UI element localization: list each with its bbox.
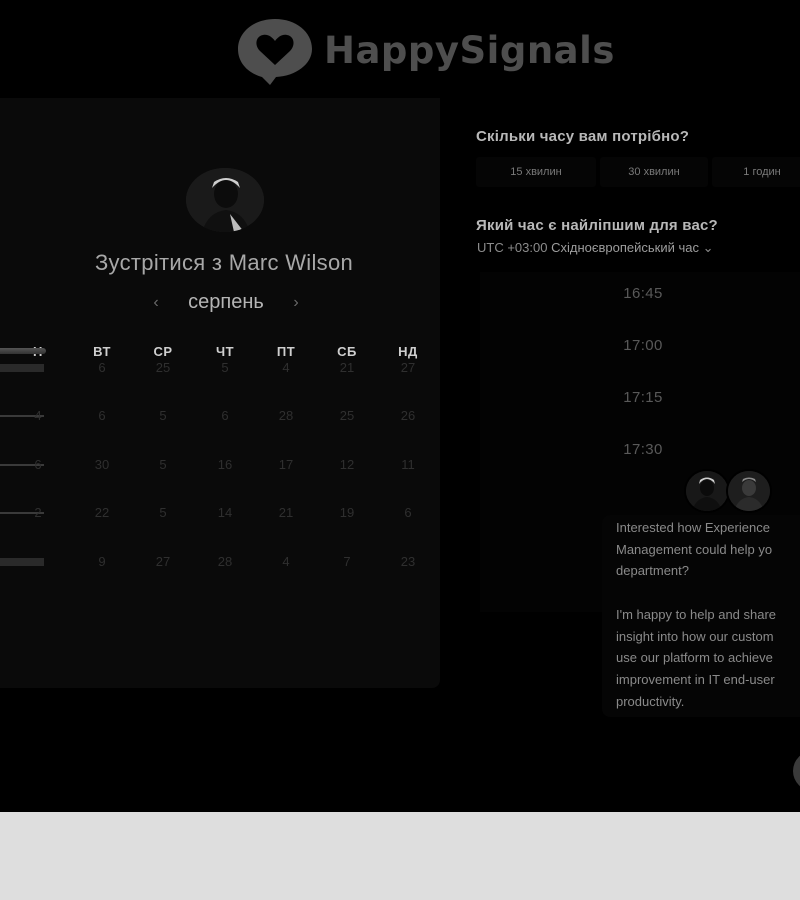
weekday-label: ВТ [93,344,111,359]
calendar-day[interactable]: 12 [327,457,367,472]
chevron-down-icon: ⌄ [702,240,714,255]
duration-option-30[interactable]: 30 хвилин [600,157,708,187]
heart-speech-bubble-icon [238,19,312,85]
calendar-day[interactable]: 30 [82,457,122,472]
person-photo-icon [186,168,264,232]
time-slot[interactable]: 17:15 [588,389,698,406]
calendar-day[interactable]: 4 [18,408,58,423]
calendar-day[interactable]: 4 [266,554,306,569]
calendar-day[interactable]: 27 [388,360,428,375]
calendar-grid: 6 25 5 4 21 27 4 6 5 6 28 25 26 6 30 5 16 17 12 11 2 22 5 14 21 1… [0,360,440,610]
timezone-name: Східноєвропейський час [551,240,699,255]
chat-agent-avatars[interactable] [684,469,776,513]
weekday-header: НВТСРЧТПТСБНД [0,344,440,360]
duration-options: 15 хвилин 30 хвилин 1 годин [476,157,800,187]
calendar-day[interactable]: 25 [327,408,367,423]
person-photo-icon [728,471,770,511]
weekday-label: НД [398,344,418,359]
calendar-day[interactable]: 5 [205,360,245,375]
calendar-panel: Зустрітися з Marc Wilson ‹ серпень › НВТ… [0,98,440,688]
brand-name: HappySignals [324,28,615,72]
week-indicator-bar [0,558,44,566]
weekday-label: ПТ [276,344,296,359]
calendar-day[interactable]: 21 [266,505,306,520]
calendar-day[interactable]: 6 [82,408,122,423]
person-photo-icon [686,471,728,511]
calendar-day[interactable]: 6 [388,505,428,520]
chat-message-bubble[interactable]: Interested how Experience Management cou… [602,515,800,717]
calendar-day[interactable]: 2 [18,505,58,520]
calendar-day[interactable]: 14 [205,505,245,520]
time-slot[interactable]: 17:00 [588,337,698,354]
calendar-day[interactable]: 22 [82,505,122,520]
calendar-day[interactable]: 25 [143,360,183,375]
chat-avatar [726,469,772,513]
weekday-label: СР [153,344,173,359]
chevron-right-icon[interactable]: › [288,294,304,312]
time-slot[interactable]: 16:45 [588,285,698,302]
duration-option-60[interactable]: 1 годин [712,157,800,187]
calendar-day[interactable]: 28 [266,408,306,423]
calendar-day[interactable]: 4 [266,360,306,375]
month-navigation: ‹ серпень › [148,291,304,314]
host-avatar [186,168,264,232]
calendar-day[interactable]: 6 [82,360,122,375]
time-slot[interactable]: 17:30 [588,441,698,458]
calendar-day[interactable]: 5 [143,408,183,423]
timezone-selector[interactable]: UTC +03:00 Східноєвропейський час ⌄ [477,240,714,256]
booking-page: HappySignals Зустрітися з Marc Wilson ‹ … [0,0,800,812]
chat-message-text: Interested how Experience Management cou… [616,520,777,709]
weekday-label: СБ [337,344,357,359]
chevron-left-icon[interactable]: ‹ [148,294,164,312]
duration-question: Скільки часу вам потрібно? [476,128,690,145]
calendar-day[interactable]: 17 [266,457,306,472]
weekday-label: ЧТ [215,344,235,359]
calendar-day[interactable]: 27 [143,554,183,569]
meeting-title: Зустрітися з Marc Wilson [94,250,354,275]
weekday-highlight-bar [0,348,46,354]
calendar-day[interactable]: 11 [388,457,428,472]
calendar-day[interactable]: 16 [205,457,245,472]
timezone-offset: UTC +03:00 [477,240,548,255]
duration-option-15[interactable]: 15 хвилин [476,157,596,187]
chat-avatar [684,469,730,513]
month-label: серпень [188,291,264,313]
calendar-day[interactable]: 9 [82,554,122,569]
calendar-day[interactable]: 28 [205,554,245,569]
calendar-day[interactable]: 5 [143,457,183,472]
week-indicator-bar [0,364,44,372]
time-question: Який час є найліпшим для вас? [476,217,718,234]
brand-logo[interactable]: HappySignals [236,14,615,86]
calendar-day[interactable]: 5 [143,505,183,520]
calendar-day[interactable]: 19 [327,505,367,520]
calendar-day[interactable]: 6 [18,457,58,472]
calendar-day[interactable]: 6 [205,408,245,423]
calendar-day[interactable]: 23 [388,554,428,569]
calendar-day[interactable]: 26 [388,408,428,423]
calendar-day[interactable]: 21 [327,360,367,375]
calendar-day[interactable]: 7 [327,554,367,569]
chat-launcher-button[interactable] [793,751,800,791]
